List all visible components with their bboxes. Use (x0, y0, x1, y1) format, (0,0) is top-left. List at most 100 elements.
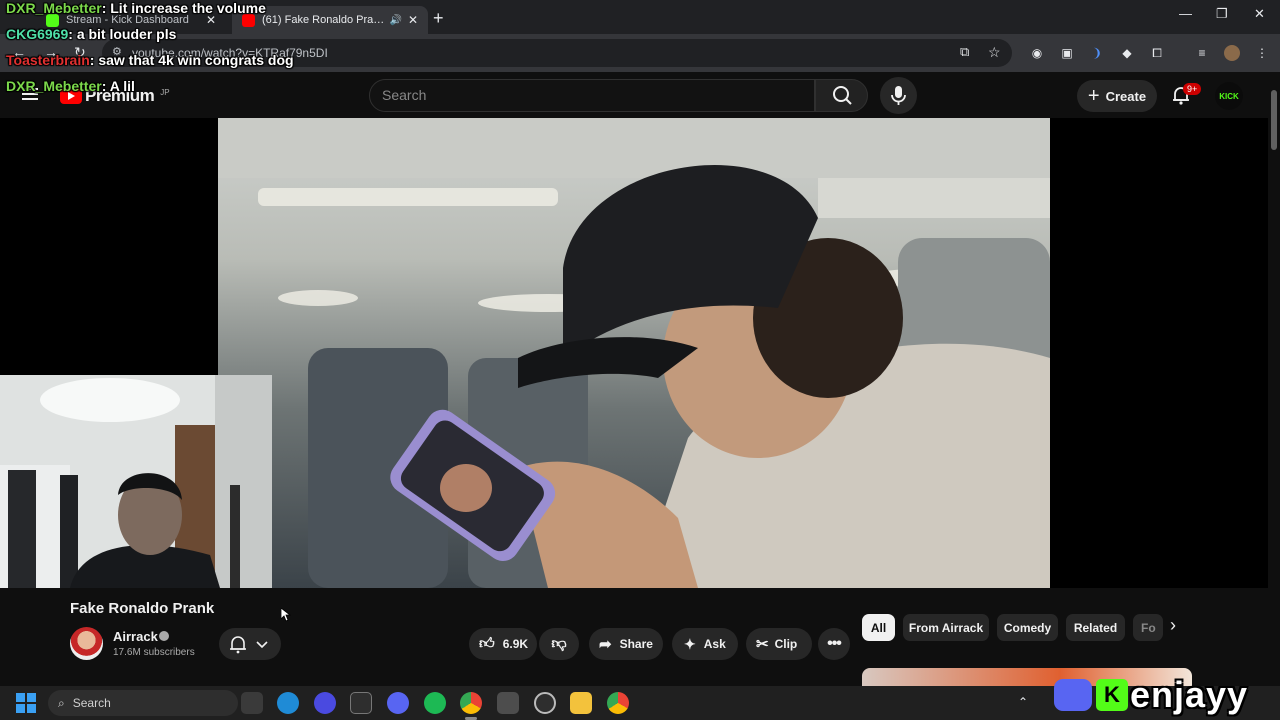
subscribed-notifications-button[interactable] (219, 628, 281, 660)
webcam-overlay (0, 375, 272, 588)
restore-button[interactable]: ❐ (1216, 6, 1228, 22)
chip-related[interactable]: Related (1066, 614, 1125, 641)
chat-username: CKG6969 (6, 26, 69, 42)
streamer-watermark: K enjayy (1054, 672, 1248, 718)
puzzle-icon[interactable]: ⧠ (1149, 45, 1165, 61)
snipping-tool-icon[interactable] (350, 692, 372, 714)
country-code: JP (160, 87, 170, 97)
video-frame-image (218, 118, 1050, 588)
subscriber-count: 17.6M subscribers (113, 647, 195, 658)
chip-label: Comedy (1003, 620, 1052, 635)
avatar-text: KICK (1219, 91, 1239, 101)
edge-browser-icon[interactable] (277, 692, 299, 714)
speaker-icon[interactable]: 🔊 (389, 15, 401, 26)
search-box (369, 79, 815, 112)
webcam-image (0, 375, 272, 588)
chat-text: : A lil (101, 78, 135, 94)
chip-partial[interactable]: Fo (1133, 614, 1163, 641)
like-button[interactable]: 👍︎ 6.9K (469, 628, 537, 660)
extension-icon[interactable]: ❩ (1089, 45, 1105, 61)
share-arrow-icon: ➦ (599, 636, 612, 653)
scissors-icon: ✂ (756, 636, 769, 653)
share-label: Share (619, 637, 653, 651)
profile-avatar[interactable] (1224, 45, 1240, 61)
spotify-icon[interactable] (424, 692, 446, 714)
app-v-icon[interactable] (314, 692, 336, 714)
taskbar-search[interactable]: ⌕ Search (48, 690, 238, 716)
mouse-cursor-icon (281, 608, 291, 622)
chat-text: : Lit increase the volume (101, 0, 266, 16)
clip-label: Clip (774, 637, 798, 651)
minimize-button[interactable]: — (1179, 6, 1192, 21)
close-icon[interactable]: ✕ (408, 13, 418, 27)
search-button[interactable] (815, 79, 868, 112)
discord-logo-icon (1054, 679, 1092, 711)
extension-icon[interactable]: ◉ (1029, 45, 1045, 61)
calculator-icon[interactable] (497, 692, 519, 714)
ask-label: Ask (703, 637, 726, 651)
streamer-name: enjayy (1130, 674, 1249, 715)
scrollbar-thumb[interactable] (1271, 90, 1277, 150)
more-actions-button[interactable]: ••• (818, 628, 850, 660)
chip-label: Related (1073, 620, 1118, 635)
discord-icon[interactable] (387, 692, 409, 714)
search-icon (833, 86, 852, 105)
chevron-right-icon[interactable]: › (1170, 615, 1176, 636)
chip-label: All (870, 620, 887, 635)
verified-icon (159, 631, 169, 641)
share-button[interactable]: ➦ Share (589, 628, 663, 660)
window-close-button[interactable]: ✕ (1254, 6, 1265, 22)
thumbs-up-icon: 👍︎ (479, 635, 495, 652)
chip-label: Fo (1141, 620, 1156, 635)
extension-icon[interactable]: ▣ (1059, 45, 1075, 61)
clip-button[interactable]: ✂ Clip (746, 628, 812, 660)
search-input[interactable] (382, 87, 802, 103)
plus-icon: + (1087, 85, 1100, 107)
account-avatar[interactable]: KICK (1215, 82, 1243, 110)
channel-name[interactable]: Airrack (113, 629, 158, 644)
like-count: 6.9K (502, 637, 529, 651)
microphone-icon (891, 86, 906, 105)
windows-start-icon[interactable] (16, 693, 36, 713)
screen: Stream - Kick Dashboard ✕ (61) Fake Rona… (0, 0, 1280, 720)
chip-label: From Airrack (908, 620, 984, 635)
video-frame[interactable] (218, 118, 1050, 588)
extension-icon[interactable]: ◆ (1119, 45, 1135, 61)
new-tab-button[interactable]: + (433, 8, 444, 29)
thumbs-down-icon: 👎︎ (551, 635, 567, 652)
chat-message: Toasterbrain: saw that 4k win congrats d… (6, 52, 294, 68)
bookmark-star-icon[interactable]: ☆ (988, 44, 1001, 61)
chevron-up-icon[interactable]: ⌃ (1018, 695, 1028, 709)
menu-dots-icon[interactable]: ⋮ (1254, 45, 1270, 61)
ask-button[interactable]: ✦ Ask (672, 628, 738, 660)
chip-all[interactable]: All (862, 614, 895, 641)
youtube-header: Premium JP + Create 9+ KICK (0, 72, 1268, 118)
chat-text: : saw that 4k win congrats dog (89, 52, 294, 68)
sparkle-icon: ✦ (684, 635, 696, 652)
bell-icon (230, 636, 268, 654)
file-explorer-icon[interactable] (570, 692, 592, 714)
channel-avatar[interactable] (70, 627, 103, 660)
chat-message: DXR_Mebetter: Lit increase the volume (6, 0, 266, 16)
notification-badge: 9+ (1183, 83, 1202, 95)
chip-from-airrack[interactable]: From Airrack (903, 614, 989, 641)
tab-title: (61) Fake Ronaldo Prank - YouTube (262, 14, 385, 26)
obs-studio-icon[interactable] (534, 692, 556, 714)
chip-comedy[interactable]: Comedy (997, 614, 1058, 641)
voice-search-button[interactable] (880, 77, 917, 114)
dislike-button[interactable]: 👎︎ (539, 628, 579, 660)
chat-message: DXR_Mebetter: A lil (6, 78, 135, 94)
video-title: Fake Ronaldo Prank (70, 600, 215, 617)
install-app-icon[interactable]: ⧉ (960, 44, 969, 60)
create-button[interactable]: + Create (1077, 80, 1157, 112)
taskbar-search-label: Search (72, 696, 111, 710)
chat-message: CKG6969: a bit louder pls (6, 26, 176, 42)
page-scrollbar[interactable] (1268, 72, 1280, 686)
task-view-icon[interactable] (241, 692, 263, 714)
reading-list-icon[interactable]: ≡ (1194, 45, 1210, 61)
chat-username: DXR_Mebetter (6, 0, 102, 16)
chat-text: : a bit louder pls (68, 26, 177, 42)
chrome-profile-icon[interactable] (607, 692, 629, 714)
create-label: Create (1105, 88, 1147, 104)
chrome-icon[interactable] (460, 692, 482, 714)
